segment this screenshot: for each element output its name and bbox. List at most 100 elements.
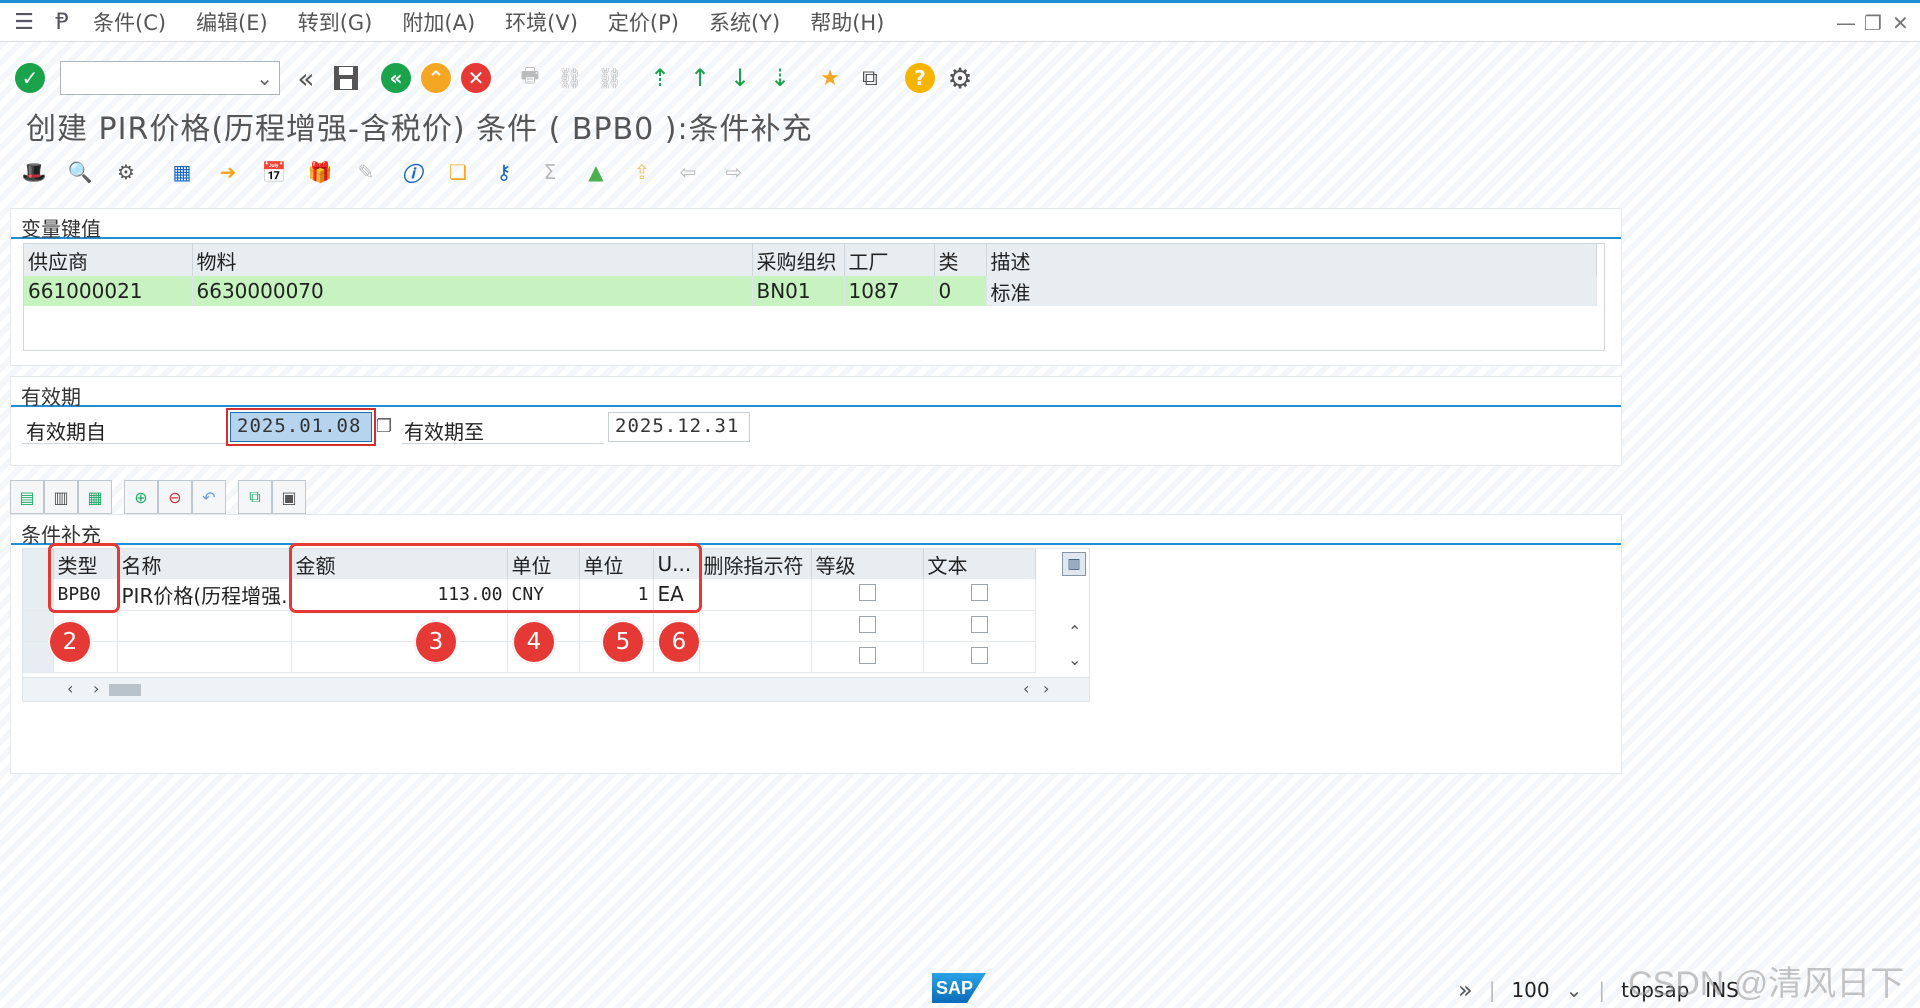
mountain-icon[interactable]: ▲ xyxy=(578,157,614,187)
calendar-value-help-icon[interactable]: ❐ xyxy=(376,416,392,437)
expand-status-icon[interactable]: » xyxy=(1458,976,1473,1004)
last-page-icon[interactable]: ⇣ xyxy=(762,60,798,96)
cancel-button[interactable]: ✕ xyxy=(458,60,494,96)
menu-goto[interactable]: 转到(G) xyxy=(283,7,388,37)
scale-checkbox[interactable] xyxy=(858,646,876,664)
back-button[interactable]: « xyxy=(378,60,414,96)
help-button[interactable]: ? xyxy=(902,60,938,96)
table-settings-icon[interactable]: ▥ xyxy=(1062,552,1086,576)
annotation-badge-6: 6 xyxy=(657,620,701,664)
exit-button[interactable]: ⌃ xyxy=(418,60,454,96)
close-window-icon[interactable]: ✕ xyxy=(1892,11,1909,35)
scroll-right-end-icon[interactable]: › xyxy=(1043,679,1049,698)
header-deletion-indicator[interactable]: 删除指示符 xyxy=(699,549,812,579)
scale-cell[interactable] xyxy=(811,641,924,673)
deselect-all-icon[interactable]: ▦ xyxy=(78,480,112,514)
menu-help[interactable]: 帮助(H) xyxy=(795,7,899,37)
chevron-down-icon[interactable]: ⌄ xyxy=(256,66,273,90)
amount-cell[interactable] xyxy=(291,641,508,673)
delete-row-icon[interactable]: ⊖ xyxy=(158,480,192,514)
move-icon[interactable]: ➜ xyxy=(210,157,246,187)
command-field[interactable]: ⌄ xyxy=(60,61,280,95)
back-double-button[interactable]: « xyxy=(288,60,324,96)
undo-icon[interactable]: ↶ xyxy=(192,480,226,514)
gift-icon[interactable]: 🎁 xyxy=(302,157,338,187)
find-next-icon[interactable]: ⛓ xyxy=(592,60,628,96)
scroll-left-end-icon[interactable]: ‹ xyxy=(1023,679,1029,698)
app-menu-icon[interactable]: ☰ xyxy=(8,7,40,37)
header-description[interactable]: 描述 xyxy=(986,244,1597,276)
text-cell[interactable] xyxy=(923,610,1036,642)
edit-doc-icon[interactable]: ✎ xyxy=(348,157,384,187)
material-cell[interactable]: 6630000070 xyxy=(192,276,753,306)
scroll-thumb[interactable] xyxy=(109,684,141,696)
print-button[interactable]: 🖶 xyxy=(512,60,548,96)
menu-edit[interactable]: 编辑(E) xyxy=(181,7,283,37)
text-checkbox[interactable] xyxy=(970,584,988,602)
menu-extras[interactable]: 附加(A) xyxy=(387,7,490,37)
sum-icon[interactable]: Σ xyxy=(532,157,568,187)
menu-conditions[interactable]: 条件(C) xyxy=(78,7,181,37)
copy-records-icon[interactable]: ▦ xyxy=(164,157,200,187)
layers-icon[interactable]: ❏ xyxy=(440,157,476,187)
header-purch-org[interactable]: 采购组织 xyxy=(752,244,845,276)
select-block-icon[interactable]: ▥ xyxy=(44,480,78,514)
valid-to-input[interactable]: 2025.12.31 xyxy=(608,412,750,442)
find-icon[interactable]: ⛓ xyxy=(552,60,588,96)
category-cell[interactable]: 0 xyxy=(934,276,987,306)
previous-page-icon[interactable]: ↑ xyxy=(682,60,718,96)
restore-icon[interactable]: ❐ xyxy=(1864,11,1882,35)
hat-icon[interactable]: 🎩 xyxy=(16,157,52,187)
puzzle-icon[interactable]: ⚙ xyxy=(108,157,144,187)
scale-cell[interactable] xyxy=(811,579,924,611)
prev-item-icon[interactable]: ⇦ xyxy=(670,157,706,187)
header-vendor[interactable]: 供应商 xyxy=(24,244,193,276)
key-search-icon[interactable]: 🔍 xyxy=(62,157,98,187)
scale-checkbox[interactable] xyxy=(858,584,876,602)
key-icon[interactable]: ⚷ xyxy=(486,157,522,187)
scale-cell[interactable] xyxy=(811,610,924,642)
select-all-icon[interactable]: ▤ xyxy=(10,480,44,514)
save-button[interactable] xyxy=(328,60,364,96)
amount-cell[interactable] xyxy=(291,610,508,642)
first-page-icon[interactable]: ⇡ xyxy=(642,60,678,96)
calendar-icon[interactable]: 📅 xyxy=(256,157,292,187)
zoom-level[interactable]: 100 xyxy=(1511,978,1549,1002)
sap-p-icon[interactable]: Ᵽ xyxy=(46,7,78,37)
scroll-right-icon[interactable]: › xyxy=(93,679,99,698)
details-icon[interactable]: ▣ xyxy=(272,480,306,514)
enter-button[interactable]: ✓ xyxy=(12,60,48,96)
header-plant[interactable]: 工厂 xyxy=(844,244,935,276)
settings-gear-icon[interactable]: ⚙ xyxy=(942,60,978,96)
text-checkbox[interactable] xyxy=(970,646,988,664)
header-scale[interactable]: 等级 xyxy=(811,549,924,579)
info-icon[interactable]: ⓘ xyxy=(394,157,430,187)
text-cell[interactable] xyxy=(923,641,1036,673)
menu-system[interactable]: 系统(Y) xyxy=(694,7,795,37)
header-material[interactable]: 物料 xyxy=(192,244,753,276)
horizontal-scrollbar[interactable]: ‹ › ‹ › xyxy=(23,677,1089,701)
header-name[interactable]: 名称 xyxy=(117,549,292,579)
scroll-down-icon[interactable]: ⌄ xyxy=(1068,650,1081,669)
next-item-icon[interactable]: ⇨ xyxy=(716,157,752,187)
next-page-icon[interactable]: ↓ xyxy=(722,60,758,96)
zoom-dropdown-icon[interactable]: ⌄ xyxy=(1566,978,1583,1002)
menu-environment[interactable]: 环境(V) xyxy=(490,7,593,37)
minimize-icon[interactable]: — xyxy=(1836,11,1856,35)
transfer-icon[interactable]: ⇪ xyxy=(624,157,660,187)
menu-pricing[interactable]: 定价(P) xyxy=(593,7,694,37)
vendor-cell[interactable]: 661000021 xyxy=(24,276,193,306)
text-checkbox[interactable] xyxy=(970,615,988,633)
text-cell[interactable] xyxy=(923,579,1036,611)
header-category[interactable]: 类 xyxy=(934,244,987,276)
new-session-icon[interactable]: ★ xyxy=(812,60,848,96)
scroll-up-icon[interactable]: ⌃ xyxy=(1068,622,1081,641)
copy-row-icon[interactable]: ⧉ xyxy=(238,480,272,514)
scroll-left-icon[interactable]: ‹ xyxy=(67,679,73,698)
header-text[interactable]: 文本 xyxy=(923,549,1036,579)
shortcut-icon[interactable]: ⧉ xyxy=(852,60,888,96)
plant-cell[interactable]: 1087 xyxy=(844,276,935,306)
insert-row-icon[interactable]: ⊕ xyxy=(124,480,158,514)
scale-checkbox[interactable] xyxy=(858,615,876,633)
purch-org-cell[interactable]: BN01 xyxy=(752,276,845,306)
